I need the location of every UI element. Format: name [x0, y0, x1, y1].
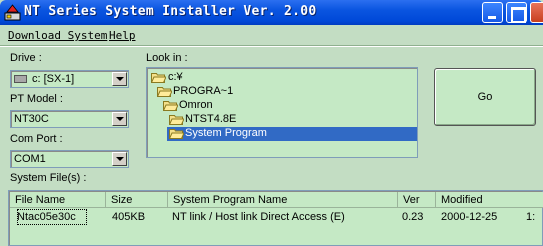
folder-name: Omron: [179, 99, 213, 111]
column-header-ver[interactable]: Ver: [398, 192, 436, 208]
menu-download-system[interactable]: Download System: [8, 29, 107, 42]
folder-name: c:¥: [168, 71, 183, 83]
column-header-file-name[interactable]: File Name: [10, 192, 106, 208]
menu-separator: [0, 45, 543, 47]
pt-model-value: NT30C: [14, 113, 49, 125]
pt-model-label: PT Model :: [10, 93, 63, 105]
drive-value: c: [SX-1]: [32, 73, 75, 85]
column-header-modified[interactable]: Modified: [436, 192, 543, 208]
folder-name: NTST4.8E: [185, 113, 237, 125]
open-folder-icon: [163, 101, 178, 111]
hard-drive-icon: [14, 75, 27, 83]
com-port-label: Com Port :: [10, 133, 63, 145]
maximize-button[interactable]: [506, 2, 527, 23]
column-header-size[interactable]: Size: [106, 192, 168, 208]
system-files-label: System File(s) :: [10, 172, 87, 184]
open-folder-icon: [169, 115, 184, 125]
menu-help[interactable]: Help: [109, 29, 136, 42]
com-port-select[interactable]: COM1: [10, 150, 129, 168]
system-files-table[interactable]: File Name Size System Program Name Ver M…: [8, 190, 543, 246]
folder-item-progra1[interactable]: PROGRA~1: [147, 85, 417, 99]
com-port-dropdown-arrow-icon[interactable]: [112, 152, 127, 166]
drive-select[interactable]: c: [SX-1]: [10, 70, 129, 88]
folder-item-root[interactable]: c:¥: [147, 71, 417, 85]
installer-app-icon: [4, 4, 21, 21]
folder-item-ntst48e[interactable]: NTST4.8E: [147, 113, 417, 127]
open-folder-icon: [157, 87, 172, 97]
minimize-button[interactable]: [482, 2, 503, 23]
column-header-system-program-name[interactable]: System Program Name: [168, 192, 398, 208]
open-folder-icon: [151, 73, 166, 83]
window-title: NT Series System Installer Ver. 2.00: [24, 4, 317, 19]
pt-model-dropdown-arrow-icon[interactable]: [112, 112, 127, 126]
close-button[interactable]: [530, 2, 543, 23]
pt-model-select[interactable]: NT30C: [10, 110, 129, 128]
cell-size: 405KB: [112, 211, 146, 223]
drive-label: Drive :: [10, 52, 42, 64]
com-port-value: COM1: [14, 153, 46, 165]
look-in-label: Look in :: [146, 52, 188, 64]
cell-ver: 0.23: [402, 211, 424, 223]
folder-tree[interactable]: c:¥ PROGRA~1 Omron NTST4.8E System Progr…: [146, 67, 418, 158]
folder-name: PROGRA~1: [173, 85, 234, 97]
folder-item-system-program[interactable]: System Program: [147, 127, 417, 141]
folder-item-omron[interactable]: Omron: [147, 99, 417, 113]
open-folder-icon: [169, 129, 184, 139]
folder-name: System Program: [185, 127, 267, 139]
cell-system-program-name: NT link / Host link Direct Access (E): [172, 211, 345, 223]
cell-modified-date: 2000-12-25: [441, 211, 498, 223]
title-bar[interactable]: NT Series System Installer Ver. 2.00: [0, 0, 543, 25]
go-button[interactable]: Go: [434, 68, 536, 126]
menu-bar: Download System Help: [0, 25, 543, 45]
drive-dropdown-arrow-icon[interactable]: [112, 72, 127, 86]
cell-file-name: Ntac05e30c: [17, 211, 76, 223]
cell-modified-time: 1:: [526, 211, 536, 223]
